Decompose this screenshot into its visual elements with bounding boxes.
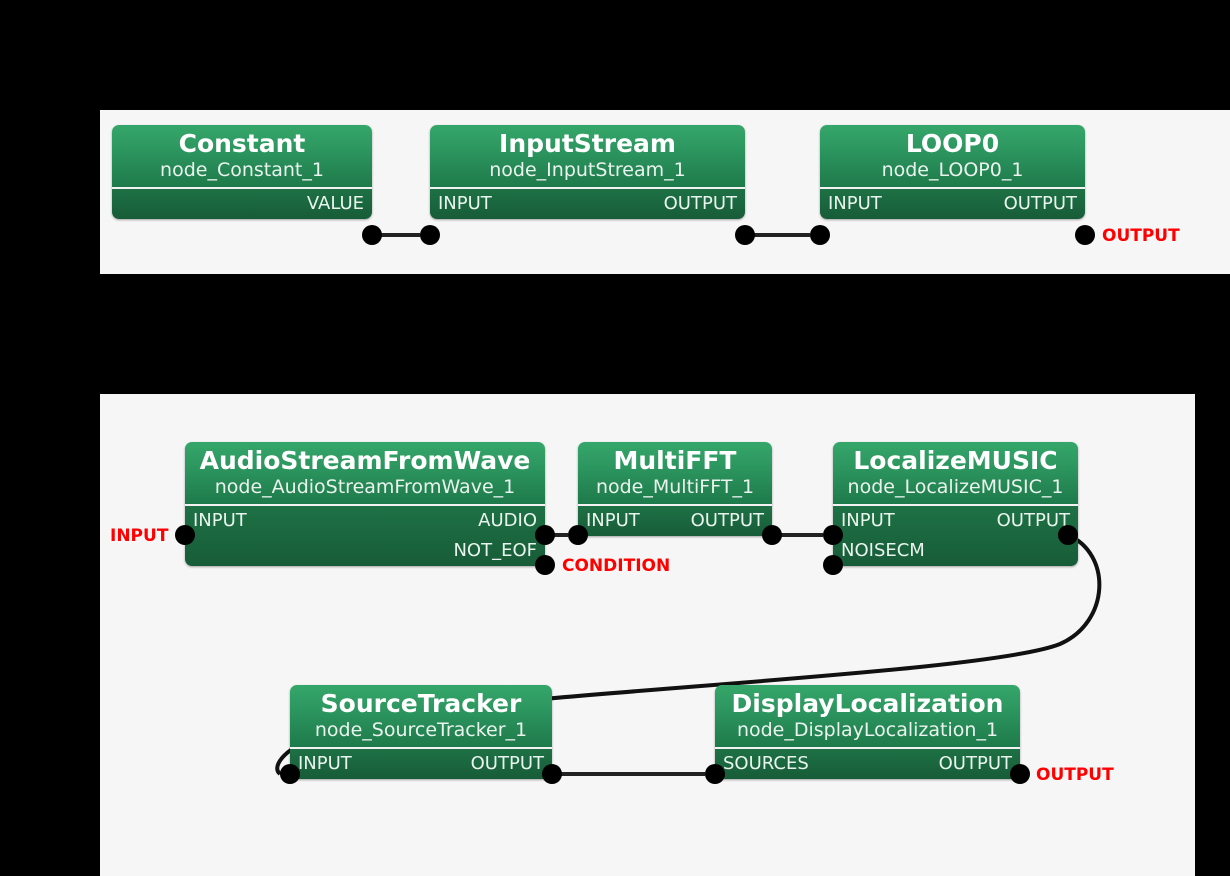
port-label-loop0-output[interactable]: OUTPUT — [1004, 189, 1077, 219]
port-row-loop0: INPUT OUTPUT — [820, 189, 1085, 219]
port-label-inputstream-input[interactable]: INPUT — [438, 189, 492, 219]
port-label-music-noisecm[interactable]: NOISECM — [841, 536, 925, 566]
port-row-asfw-noteof: NOT_EOF — [185, 536, 545, 566]
port-dot-loop0-output[interactable] — [1075, 225, 1095, 245]
port-row-multifft: INPUT OUTPUT — [578, 506, 772, 536]
port-dot-music-output[interactable] — [1058, 525, 1078, 545]
node-constant-subtitle: node_Constant_1 — [160, 159, 324, 181]
node-constant-header: Constant node_Constant_1 — [112, 125, 372, 189]
node-loop0[interactable]: LOOP0 node_LOOP0_1 INPUT OUTPUT — [820, 125, 1085, 219]
node-localizemusic-header: LocalizeMUSIC node_LocalizeMUSIC_1 — [833, 442, 1078, 506]
node-localizemusic[interactable]: LocalizeMUSIC node_LocalizeMUSIC_1 INPUT… — [833, 442, 1078, 566]
port-label-sourcetracker-input[interactable]: INPUT — [298, 749, 352, 779]
port-label-multifft-output[interactable]: OUTPUT — [691, 506, 764, 536]
node-multifft-header: MultiFFT node_MultiFFT_1 — [578, 442, 772, 506]
node-constant-ports: VALUE — [112, 189, 372, 219]
node-sourcetracker-header: SourceTracker node_SourceTracker_1 — [290, 685, 552, 749]
node-displaylocalization-subtitle: node_DisplayLocalization_1 — [736, 719, 999, 741]
node-localizemusic-ports: INPUT OUTPUT NOISECM — [833, 506, 1078, 566]
port-dot-multifft-output[interactable] — [762, 525, 782, 545]
node-loop0-ports: INPUT OUTPUT — [820, 189, 1085, 219]
terminal-asfw-condition[interactable]: CONDITION — [562, 556, 670, 576]
node-inputstream-header: InputStream node_InputStream_1 — [430, 125, 745, 189]
node-localizemusic-title: LocalizeMUSIC — [853, 446, 1058, 475]
port-dot-display-sources[interactable] — [705, 764, 725, 784]
node-audiostreamfromwave-ports: INPUT AUDIO NOT_EOF — [185, 506, 545, 566]
port-label-loop0-input[interactable]: INPUT — [828, 189, 882, 219]
node-displaylocalization-title: DisplayLocalization — [731, 689, 1004, 718]
node-loop0-header: LOOP0 node_LOOP0_1 — [820, 125, 1085, 189]
port-row-sourcetracker: INPUT OUTPUT — [290, 749, 552, 779]
port-label-display-output[interactable]: OUTPUT — [939, 749, 1012, 779]
terminal-loop0-output[interactable]: OUTPUT — [1102, 226, 1180, 246]
node-multifft[interactable]: MultiFFT node_MultiFFT_1 INPUT OUTPUT — [578, 442, 772, 536]
node-displaylocalization-ports: SOURCES OUTPUT — [715, 749, 1020, 779]
node-loop0-subtitle: node_LOOP0_1 — [881, 159, 1024, 181]
terminal-asfw-input[interactable]: INPUT — [110, 526, 168, 546]
port-row-constant-value: VALUE — [112, 189, 372, 219]
node-audiostreamfromwave-header: AudioStreamFromWave node_AudioStreamFrom… — [185, 442, 545, 506]
node-displaylocalization[interactable]: DisplayLocalization node_DisplayLocaliza… — [715, 685, 1020, 779]
port-label-asfw-input[interactable]: INPUT — [193, 506, 247, 536]
node-sourcetracker-title: SourceTracker — [320, 689, 522, 718]
node-inputstream-subtitle: node_InputStream_1 — [489, 159, 686, 181]
port-dot-music-input[interactable] — [823, 525, 843, 545]
node-sourcetracker[interactable]: SourceTracker node_SourceTracker_1 INPUT… — [290, 685, 552, 779]
port-label-asfw-audio[interactable]: AUDIO — [478, 506, 537, 536]
port-label-music-input[interactable]: INPUT — [841, 506, 895, 536]
port-dot-sourcetracker-output[interactable] — [542, 764, 562, 784]
port-dot-inputstream-output[interactable] — [735, 225, 755, 245]
node-inputstream-ports: INPUT OUTPUT — [430, 189, 745, 219]
port-dot-asfw-input[interactable] — [175, 525, 195, 545]
port-dot-loop0-input[interactable] — [810, 225, 830, 245]
port-label-sourcetracker-output[interactable]: OUTPUT — [471, 749, 544, 779]
port-row-music-noisecm: NOISECM — [833, 536, 1078, 566]
port-dot-inputstream-input[interactable] — [420, 225, 440, 245]
node-multifft-ports: INPUT OUTPUT — [578, 506, 772, 536]
node-multifft-title: MultiFFT — [613, 446, 737, 475]
port-row-music-input: INPUT OUTPUT — [833, 506, 1078, 536]
node-audiostreamfromwave-subtitle: node_AudioStreamFromWave_1 — [214, 476, 516, 498]
node-constant[interactable]: Constant node_Constant_1 VALUE — [112, 125, 372, 219]
graph-panel-main[interactable]: Constant node_Constant_1 VALUE InputStre… — [100, 110, 1230, 274]
port-dot-sourcetracker-input[interactable] — [280, 764, 300, 784]
node-inputstream[interactable]: InputStream node_InputStream_1 INPUT OUT… — [430, 125, 745, 219]
port-label-multifft-input[interactable]: INPUT — [586, 506, 640, 536]
graph-panel-loop0[interactable]: AudioStreamFromWave node_AudioStreamFrom… — [100, 394, 1195, 876]
node-localizemusic-subtitle: node_LocalizeMUSIC_1 — [847, 476, 1064, 498]
port-row-asfw-audio: INPUT AUDIO — [185, 506, 545, 536]
node-sourcetracker-ports: INPUT OUTPUT — [290, 749, 552, 779]
node-sourcetracker-subtitle: node_SourceTracker_1 — [314, 719, 528, 741]
port-row-display: SOURCES OUTPUT — [715, 749, 1020, 779]
port-label-inputstream-output[interactable]: OUTPUT — [664, 189, 737, 219]
node-inputstream-title: InputStream — [499, 129, 676, 158]
port-dot-constant-value[interactable] — [362, 225, 382, 245]
port-row-inputstream: INPUT OUTPUT — [430, 189, 745, 219]
node-displaylocalization-header: DisplayLocalization node_DisplayLocaliza… — [715, 685, 1020, 749]
port-dot-multifft-input[interactable] — [568, 525, 588, 545]
port-label-asfw-noteof[interactable]: NOT_EOF — [453, 536, 537, 566]
port-dot-asfw-audio[interactable] — [535, 525, 555, 545]
node-loop0-title: LOOP0 — [905, 129, 1000, 158]
port-label-constant-value[interactable]: VALUE — [307, 189, 364, 219]
port-label-display-sources[interactable]: SOURCES — [723, 749, 809, 779]
node-audiostreamfromwave[interactable]: AudioStreamFromWave node_AudioStreamFrom… — [185, 442, 545, 566]
node-constant-title: Constant — [178, 129, 306, 158]
port-dot-asfw-noteof[interactable] — [535, 555, 555, 575]
port-dot-music-noisecm[interactable] — [823, 555, 843, 575]
terminal-display-output[interactable]: OUTPUT — [1036, 765, 1114, 785]
node-multifft-subtitle: node_MultiFFT_1 — [595, 476, 755, 498]
node-audiostreamfromwave-title: AudioStreamFromWave — [199, 446, 531, 475]
port-dot-display-output[interactable] — [1010, 764, 1030, 784]
